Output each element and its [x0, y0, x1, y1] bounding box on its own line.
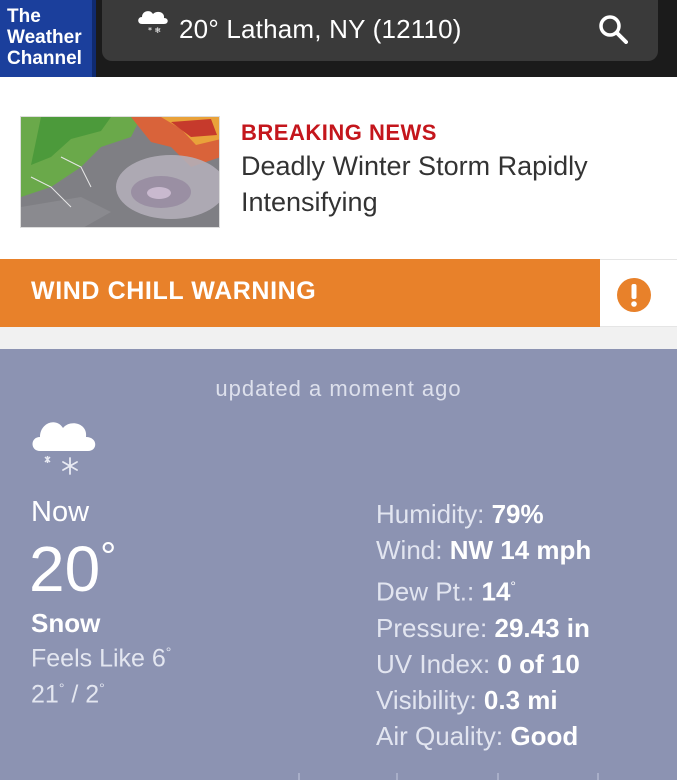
detail-value: 79% [491, 499, 544, 529]
exclamation-icon[interactable] [616, 277, 652, 313]
detail-uv-index: UV Index: 0 of 10 [376, 646, 591, 682]
degree-symbol: ° [100, 535, 117, 579]
location-text: 20° Latham, NY (12110) [179, 14, 462, 44]
page-indicator [298, 773, 599, 780]
condition-text: Snow [31, 608, 101, 638]
snow-cloud-icon [32, 422, 96, 475]
app-header: The Weather Channel * ❄ 20° Latham, NY (… [0, 0, 677, 77]
detail-visibility: Visibility: 0.3 mi [376, 682, 591, 718]
detail-wind: Wind: NW 14 mph [376, 532, 591, 568]
radar-image [21, 117, 219, 227]
detail-label: Visibility: [376, 684, 477, 715]
logo-line-3: Channel [7, 48, 82, 69]
logo-divider [92, 0, 96, 77]
dew-degree: ° [510, 578, 517, 594]
detail-value: Good [510, 720, 579, 751]
detail-value: 0 of 10 [497, 648, 580, 679]
warning-icon-box[interactable] [600, 259, 677, 327]
detail-value: 29.43 in [494, 612, 590, 643]
storm-radar-thumbnail[interactable] [20, 116, 220, 228]
snow-cloud-icon: * ❄ [138, 11, 168, 35]
low-temp: 2 [85, 680, 100, 709]
logo-line-2: Weather [7, 27, 82, 48]
high-temp: 21 [31, 680, 59, 709]
detail-value: 0.3 mi [483, 684, 558, 715]
detail-value: 14 [481, 576, 511, 607]
search-icon[interactable] [598, 14, 628, 44]
current-conditions-panel: updated a moment ago Now 20° Snow Feels … [0, 349, 677, 780]
breaking-news-card[interactable]: BREAKING NEWS Deadly Winter Storm Rapidl… [0, 86, 677, 258]
detail-label: Dew Pt.: [376, 576, 475, 607]
svg-text:* ❄: * ❄ [148, 26, 161, 35]
detail-air-quality: Air Quality: Good [376, 718, 591, 754]
now-label: Now [31, 496, 90, 528]
location-search-bar[interactable]: * ❄ 20° Latham, NY (12110) [102, 0, 658, 61]
warning-label: WIND CHILL WARNING [31, 277, 317, 305]
high-degree: ° [58, 680, 65, 696]
detail-value: NW 14 mph [449, 535, 592, 565]
section-divider [0, 327, 677, 349]
detail-label: Air Quality: [376, 720, 504, 751]
detail-label: Wind: [376, 535, 443, 565]
detail-label: UV Index: [376, 648, 491, 679]
logo-line-1: The [7, 6, 41, 27]
news-headline[interactable]: Deadly Winter Storm Rapidly Intensifying [241, 148, 661, 220]
weather-channel-logo[interactable]: The Weather Channel [0, 0, 92, 77]
detail-label: Pressure: [376, 612, 488, 643]
wind-chill-warning-banner[interactable]: WIND CHILL WARNING [0, 259, 600, 327]
detail-label: Humidity: [376, 499, 485, 529]
low-degree: ° [99, 680, 105, 696]
detail-humidity: Humidity: 79% [376, 496, 591, 532]
updated-timestamp: updated a moment ago [215, 376, 462, 401]
current-temperature: 20° [29, 532, 116, 606]
breaking-news-label: BREAKING NEWS [241, 120, 437, 145]
detail-pressure: Pressure: 29.43 in [376, 610, 591, 646]
feels-like-text: Feels Like 6 [31, 644, 166, 673]
conditions-details: Humidity: 79% Wind: NW 14 mph Dew Pt.: 1… [376, 496, 591, 754]
temperature-value: 20 [29, 533, 101, 605]
high-low: 21° / 2° [31, 680, 105, 709]
feels-degree: ° [165, 644, 172, 660]
detail-dew-point: Dew Pt.: 14° [376, 568, 591, 610]
feels-like: Feels Like 6° [31, 644, 171, 673]
